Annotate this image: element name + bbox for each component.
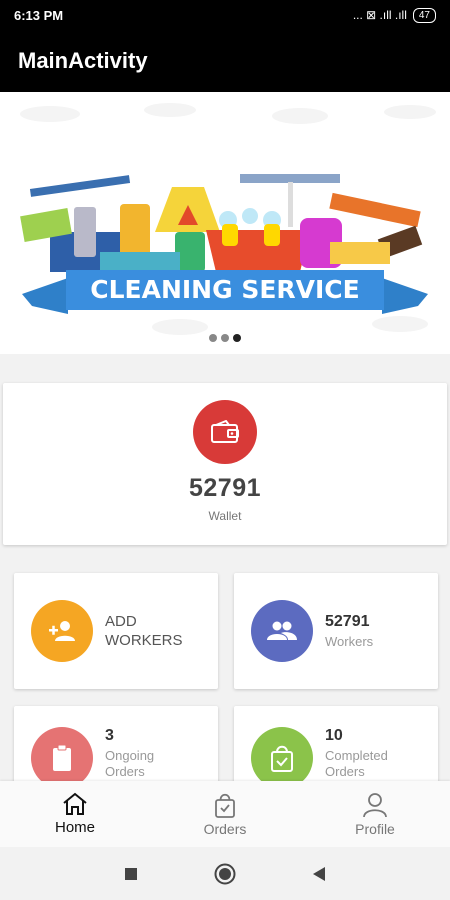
- system-navigation-bar: [0, 847, 450, 900]
- app-bar: MainActivity: [0, 30, 450, 92]
- workers-count: 52791: [325, 612, 370, 630]
- recents-square-icon[interactable]: [124, 867, 138, 881]
- status-bar: 6:13 PM ... ⊠ .ıll .ıll 47: [0, 0, 450, 30]
- status-time: 6:13 PM: [14, 7, 64, 23]
- wallet-balance: 52791: [188, 474, 262, 502]
- carousel-dot[interactable]: [221, 334, 229, 342]
- clipboard-icon: [31, 727, 93, 789]
- home-circle-icon[interactable]: [214, 863, 236, 885]
- workers-label: Workers: [325, 633, 374, 649]
- add-workers-label: ADD WORKERS: [105, 613, 183, 649]
- back-triangle-icon[interactable]: [312, 866, 326, 882]
- completed-orders-label: Completed Orders: [325, 747, 388, 779]
- workers-card[interactable]: 52791 Workers: [234, 573, 438, 689]
- add-workers-card[interactable]: ADD WORKERS: [14, 573, 218, 689]
- carousel-dot-active[interactable]: [233, 334, 241, 342]
- status-icons: ... ⊠ .ıll .ıll 47: [352, 7, 436, 23]
- nav-orders[interactable]: Orders: [150, 781, 300, 847]
- nav-orders-label: Orders: [203, 820, 247, 837]
- nav-home-label: Home: [54, 819, 95, 836]
- bottom-navigation: Home Orders Profile: [0, 781, 450, 847]
- banner-carousel[interactable]: CLEANING SERVICE: [0, 92, 450, 354]
- banner-title: CLEANING SERVICE: [90, 275, 359, 304]
- add-person-icon: [31, 600, 93, 662]
- ongoing-orders-count: 3: [105, 726, 114, 744]
- shopping-bag-check-icon: [251, 727, 313, 789]
- person-icon: [363, 792, 387, 817]
- completed-orders-count: 10: [325, 726, 343, 744]
- signal-icons: ... ⊠ .ıll .ıll: [352, 8, 407, 22]
- nav-profile[interactable]: Profile: [300, 781, 450, 847]
- home-icon: [63, 792, 87, 815]
- carousel-indicator: [0, 334, 450, 342]
- wallet-icon: [193, 400, 257, 464]
- nav-home[interactable]: Home: [0, 781, 150, 847]
- carousel-dot[interactable]: [209, 334, 217, 342]
- ongoing-orders-label: Ongoing Orders: [105, 747, 155, 779]
- wallet-label: Wallet: [208, 509, 242, 523]
- wallet-card[interactable]: 52791 Wallet: [3, 383, 447, 545]
- cleaning-banner-image: CLEANING SERVICE: [20, 103, 436, 335]
- shopping-bag-icon: [215, 793, 235, 818]
- app-title: MainActivity: [18, 48, 148, 73]
- battery-icon: 47: [412, 7, 436, 23]
- group-icon: [251, 600, 313, 662]
- nav-profile-label: Profile: [355, 820, 395, 837]
